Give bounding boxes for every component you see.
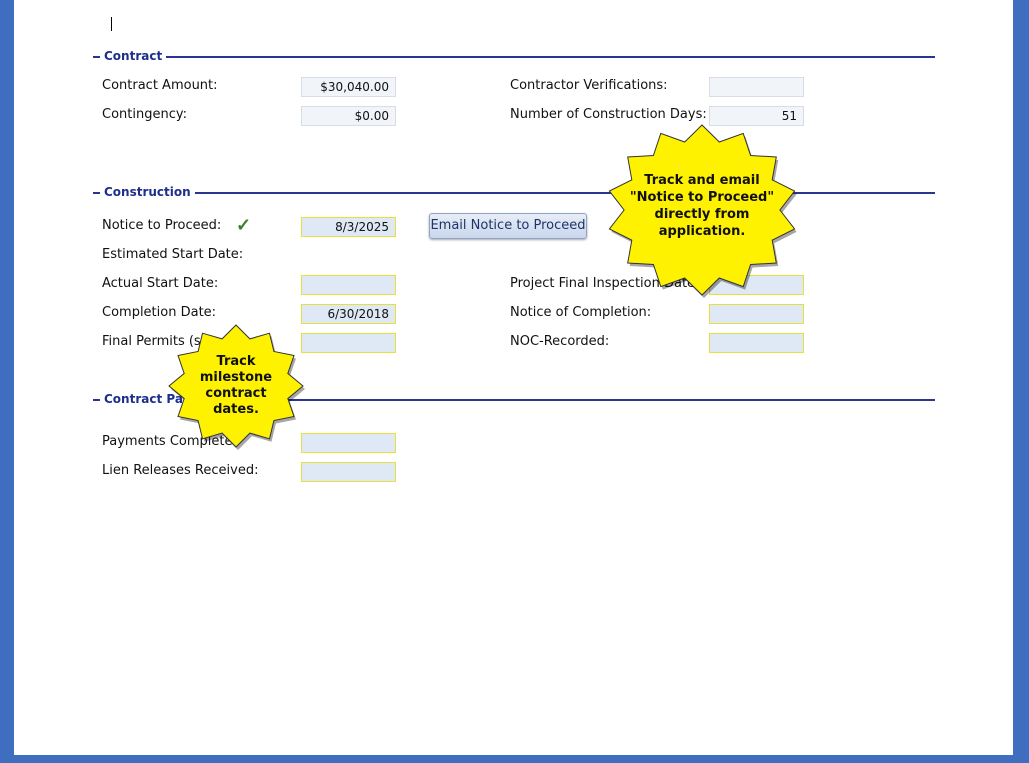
callout-milestone-line: Track [216, 354, 256, 369]
callout-milestone-text: Track milestone contract dates. [170, 354, 302, 418]
completion-date-field[interactable]: 6/30/2018 [301, 304, 396, 324]
notice-of-completion-field[interactable] [709, 304, 804, 324]
lien-releases-field[interactable] [301, 462, 396, 482]
contractor-verifications-field[interactable] [709, 77, 804, 97]
callout-email-line: "Notice to Proceed" [629, 190, 775, 205]
section-title: Construction [93, 185, 195, 199]
contingency-label: Contingency: [102, 107, 187, 122]
contractor-verifications-label: Contractor Verifications: [510, 78, 668, 93]
final-permits-field[interactable] [301, 333, 396, 353]
contract-amount-label: Contract Amount: [102, 78, 218, 93]
noc-recorded-field[interactable] [709, 333, 804, 353]
callout-email-line: application. [658, 224, 746, 239]
actual-start-date-field[interactable] [301, 275, 396, 295]
section-rule [93, 192, 935, 194]
noc-recorded-label: NOC-Recorded: [510, 334, 610, 349]
contingency-field[interactable]: $0.00 [301, 106, 396, 126]
callout-email-text: Track and email "Notice to Proceed" dire… [613, 172, 791, 240]
notice-of-completion-label: Notice of Completion: [510, 305, 652, 320]
payments-complete-field[interactable] [301, 433, 396, 453]
callout-milestone-line: contract [205, 386, 267, 401]
contract-amount-field[interactable]: $30,040.00 [301, 77, 396, 97]
section-title: Contract [93, 49, 167, 63]
text-cursor [111, 17, 112, 31]
checkmark-icon: ✓ [236, 215, 252, 235]
callout-email-line: directly from [654, 207, 750, 222]
callout-milestone-line: milestone [199, 370, 273, 385]
notice-to-proceed-label: Notice to Proceed: [102, 218, 222, 233]
section-construction: Construction [93, 185, 935, 199]
lien-releases-label: Lien Releases Received: [102, 463, 259, 478]
callout-milestone-line: dates. [213, 402, 259, 417]
actual-start-date-label: Actual Start Date: [102, 276, 219, 291]
section-rule [93, 56, 935, 58]
email-notice-to-proceed-button[interactable]: Email Notice to Proceed [429, 213, 587, 239]
completion-date-label: Completion Date: [102, 305, 217, 320]
section-contract: Contract [93, 49, 935, 63]
callout-email-line: Track and email [644, 173, 760, 188]
notice-to-proceed-field[interactable]: 8/3/2025 [301, 217, 396, 237]
estimated-start-date-label: Estimated Start Date: [102, 247, 244, 262]
